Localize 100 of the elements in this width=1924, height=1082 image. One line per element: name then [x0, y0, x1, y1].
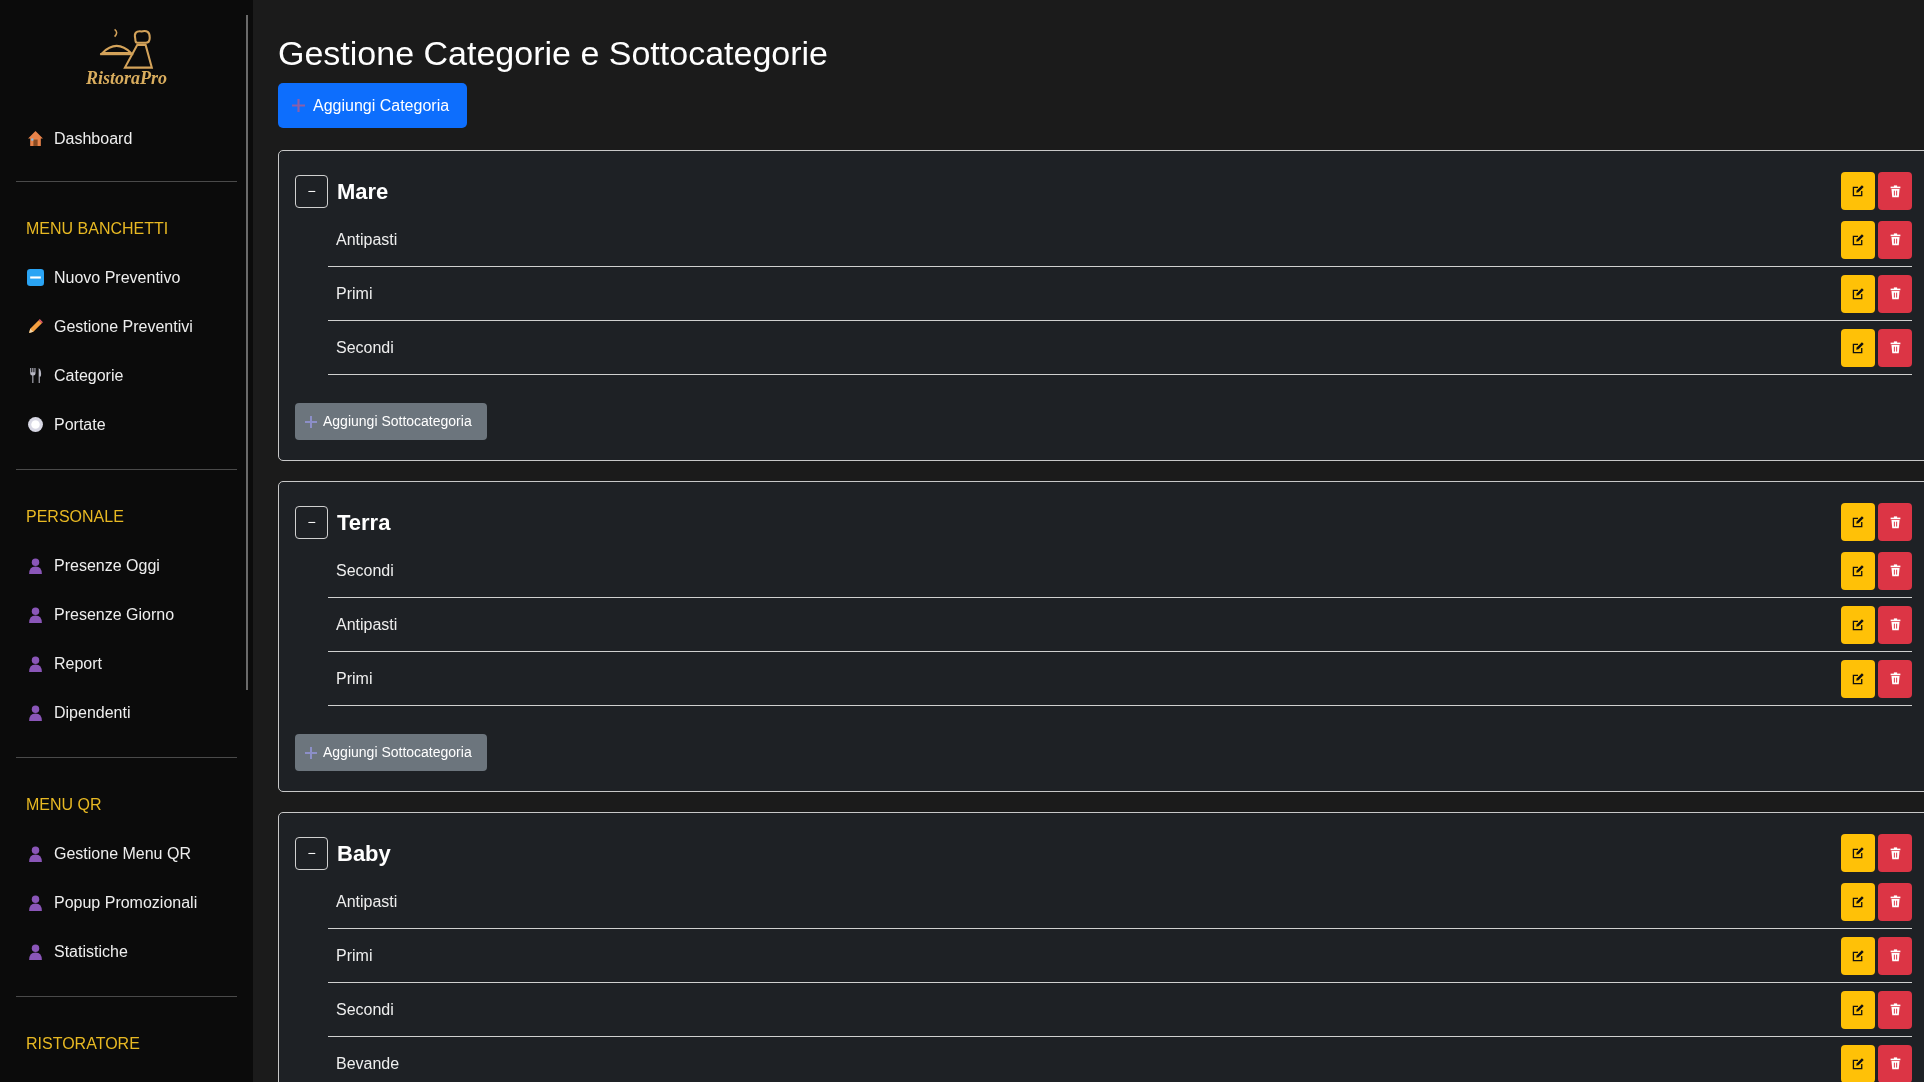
edit-icon	[1851, 232, 1865, 247]
sidebar-item-label: Dipendenti	[54, 702, 131, 723]
logo-text: RistoraPro	[86, 68, 167, 88]
collapse-toggle[interactable]: −	[295, 836, 328, 870]
edit-icon	[1851, 1002, 1865, 1017]
edit-button[interactable]	[1841, 172, 1875, 210]
edit-button[interactable]	[1841, 220, 1875, 259]
sidebar-item-label: Portate	[54, 414, 106, 435]
edit-icon	[1851, 846, 1865, 860]
delete-button[interactable]	[1878, 605, 1912, 644]
edit-button[interactable]	[1841, 882, 1875, 921]
person-icon	[27, 943, 44, 960]
cutlery-icon	[27, 367, 44, 384]
edit-button[interactable]	[1841, 503, 1875, 541]
edit-button[interactable]	[1841, 274, 1875, 313]
delete-button[interactable]	[1878, 328, 1912, 367]
sidebar-item-label: Presenze Giorno	[54, 604, 175, 625]
sidebar-item[interactable]: Dipendenti	[16, 688, 237, 737]
category-name: Baby	[337, 839, 391, 868]
delete-icon	[1888, 340, 1902, 355]
sidebar-item-label: Report	[54, 653, 103, 674]
delete-button[interactable]	[1878, 936, 1912, 975]
add-category-button[interactable]: Aggiungi Categoria	[278, 83, 467, 128]
section-heading: RISTORATORE	[25, 1033, 141, 1054]
sidebar-item-label: Popup Promozionali	[54, 892, 198, 913]
delete-icon	[1888, 948, 1902, 963]
edit-icon	[1851, 563, 1865, 578]
delete-button[interactable]	[1878, 990, 1912, 1029]
collapse-toggle[interactable]: −	[295, 174, 328, 208]
plate-icon	[27, 416, 44, 433]
category-name: Mare	[337, 177, 389, 206]
delete-button[interactable]	[1878, 274, 1912, 313]
sidebar-item[interactable]: Nuovo Preventivo	[16, 253, 237, 302]
delete-button[interactable]	[1878, 1044, 1912, 1082]
edit-icon	[1851, 515, 1865, 529]
edit-icon	[1851, 340, 1865, 355]
sidebar-item[interactable]: Presenze Oggi	[16, 541, 237, 590]
edit-button[interactable]	[1841, 328, 1875, 367]
plus-icon	[292, 99, 305, 112]
subcategory-name: Primi	[336, 283, 373, 304]
subcategory-name: Primi	[336, 945, 373, 966]
delete-icon	[1888, 1002, 1902, 1017]
subcategory-name: Primi	[336, 668, 373, 689]
collapse-toggle[interactable]: −	[295, 505, 328, 539]
sidebar-item[interactable]: Portate	[16, 400, 237, 449]
edit-icon	[1851, 671, 1865, 686]
scrollbar[interactable]	[246, 15, 248, 690]
plus-icon	[305, 415, 317, 428]
edit-button[interactable]	[1841, 659, 1875, 698]
subcategory-name: Secondi	[336, 560, 394, 581]
delete-button[interactable]	[1878, 551, 1912, 590]
delete-icon	[1888, 845, 1902, 861]
add-subcategory-button[interactable]: Aggiungi Sottocategoria	[295, 734, 487, 771]
plus-icon	[305, 746, 317, 759]
edit-button[interactable]	[1841, 990, 1875, 1029]
delete-icon	[1888, 286, 1902, 301]
edit-button[interactable]	[1841, 551, 1875, 590]
subcategory-name: Bevande	[336, 1053, 400, 1074]
delete-button[interactable]	[1878, 220, 1912, 259]
sidebar-item-label: Nuovo Preventivo	[54, 267, 181, 288]
sidebar-item[interactable]: Statistiche	[16, 927, 237, 976]
section-heading: PERSONALE	[25, 506, 125, 527]
house-icon	[27, 130, 44, 147]
edit-button[interactable]	[1841, 1044, 1875, 1082]
subcategory-name: Antipasti	[336, 614, 398, 635]
sidebar-item-label: Gestione Preventivi	[54, 316, 193, 337]
category-name: Terra	[337, 508, 391, 537]
edit-icon	[1851, 286, 1865, 301]
edit-icon	[1851, 617, 1865, 632]
edit-button[interactable]	[1841, 605, 1875, 644]
delete-icon	[1888, 894, 1902, 909]
edit-button[interactable]	[1841, 834, 1875, 872]
subcategory-name: Secondi	[336, 999, 394, 1020]
delete-icon	[1888, 514, 1902, 530]
delete-button[interactable]	[1878, 659, 1912, 698]
person-icon	[27, 557, 44, 574]
person-icon	[27, 655, 44, 672]
edit-icon	[1851, 894, 1865, 909]
person-icon	[27, 606, 44, 623]
sidebar-item[interactable]: Gestione Menu QR	[16, 829, 237, 878]
sidebar-item[interactable]: Dashboard	[16, 114, 237, 163]
pencil-icon	[27, 318, 44, 335]
edit-icon	[1851, 948, 1865, 963]
delete-button[interactable]	[1878, 882, 1912, 921]
sidebar-item-label: Gestione Menu QR	[54, 843, 191, 864]
edit-button[interactable]	[1841, 936, 1875, 975]
sidebar-item[interactable]: Presenze Giorno	[16, 590, 237, 639]
add-subcategory-button[interactable]: Aggiungi Sottocategoria	[295, 403, 487, 440]
section-heading: MENU BANCHETTI	[25, 218, 170, 239]
sidebar-item-label: Statistiche	[54, 941, 128, 962]
delete-icon	[1888, 183, 1902, 199]
sidebar-item[interactable]: Gestione Preventivi	[16, 302, 237, 351]
person-icon	[27, 845, 44, 862]
subcategory-name: Antipasti	[336, 229, 398, 250]
sidebar-item[interactable]: Report	[16, 639, 237, 688]
delete-icon	[1888, 617, 1902, 632]
sidebar-item[interactable]: Categorie	[16, 351, 237, 400]
subcategory-name: Antipasti	[336, 891, 398, 912]
sidebar-item[interactable]: Popup Promozionali	[16, 878, 237, 927]
person-icon	[27, 704, 44, 721]
